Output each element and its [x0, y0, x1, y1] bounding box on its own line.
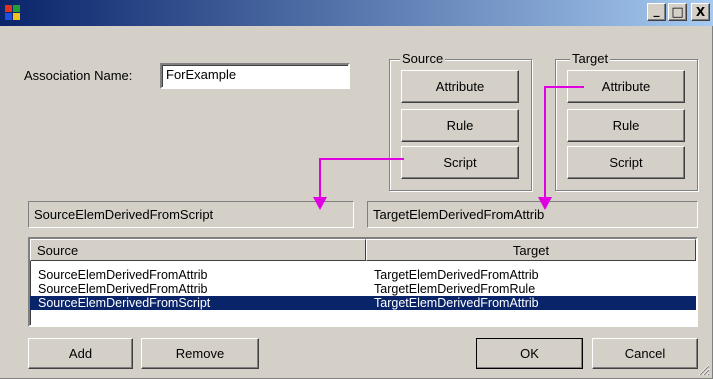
row-source-cell: SourceElemDerivedFromAttrib	[38, 268, 208, 282]
source-rule-button[interactable]: Rule	[401, 109, 519, 142]
row-target-cell: TargetElemDerivedFromRule	[374, 282, 536, 296]
resize-grip-icon[interactable]	[698, 364, 710, 376]
association-list[interactable]: Source Target SourceElemDerivedFromAttri…	[28, 237, 698, 327]
column-header-target[interactable]: Target	[366, 239, 696, 261]
row-source-cell: SourceElemDerivedFromAttrib	[38, 282, 208, 296]
source-script-button[interactable]: Script	[401, 146, 519, 179]
list-row[interactable]: SourceElemDerivedFromAttrib TargetElemDe…	[30, 268, 696, 282]
association-name-input[interactable]: ForExample	[160, 63, 350, 89]
close-button[interactable]: X	[691, 3, 710, 21]
row-target-cell: TargetElemDerivedFromAttrib	[374, 268, 539, 282]
column-header-source[interactable]: Source	[30, 239, 366, 261]
close-icon: X	[695, 5, 706, 19]
list-body: SourceElemDerivedFromAttrib TargetElemDe…	[30, 261, 696, 310]
row-target-cell: TargetElemDerivedFromAttrib	[374, 296, 539, 310]
source-group-title: Source	[400, 51, 446, 66]
row-source-cell: SourceElemDerivedFromScript	[38, 296, 211, 310]
list-row-selected[interactable]: SourceElemDerivedFromScript TargetElemDe…	[30, 296, 696, 310]
target-derived-field: TargetElemDerivedFromAttrib	[367, 201, 698, 228]
title-bar[interactable]: _ □ X	[0, 0, 713, 26]
maximize-icon: □	[671, 4, 684, 20]
remove-button[interactable]: Remove	[141, 338, 259, 369]
maximize-button[interactable]: □	[668, 3, 687, 21]
add-button[interactable]: Add	[28, 338, 133, 369]
window-controls: _ □ X	[647, 3, 710, 21]
target-rule-button[interactable]: Rule	[567, 109, 685, 142]
list-row[interactable]: SourceElemDerivedFromAttrib TargetElemDe…	[30, 282, 696, 296]
source-derived-field: SourceElemDerivedFromScript	[28, 201, 354, 228]
target-group-title: Target	[570, 51, 611, 66]
minimize-button[interactable]: _	[647, 3, 666, 21]
target-attribute-button[interactable]: Attribute	[567, 70, 685, 103]
app-window-icon[interactable]	[5, 5, 21, 21]
ok-button[interactable]: OK	[476, 338, 583, 369]
minimize-icon: _	[653, 3, 660, 17]
target-script-button[interactable]: Script	[567, 146, 685, 179]
list-header: Source Target	[30, 239, 696, 261]
cancel-button[interactable]: Cancel	[592, 338, 698, 369]
association-name-label: Association Name:	[24, 68, 133, 83]
source-attribute-button[interactable]: Attribute	[401, 70, 519, 103]
dialog-window: _ □ X Association Name: ForExample Sourc…	[0, 0, 713, 379]
